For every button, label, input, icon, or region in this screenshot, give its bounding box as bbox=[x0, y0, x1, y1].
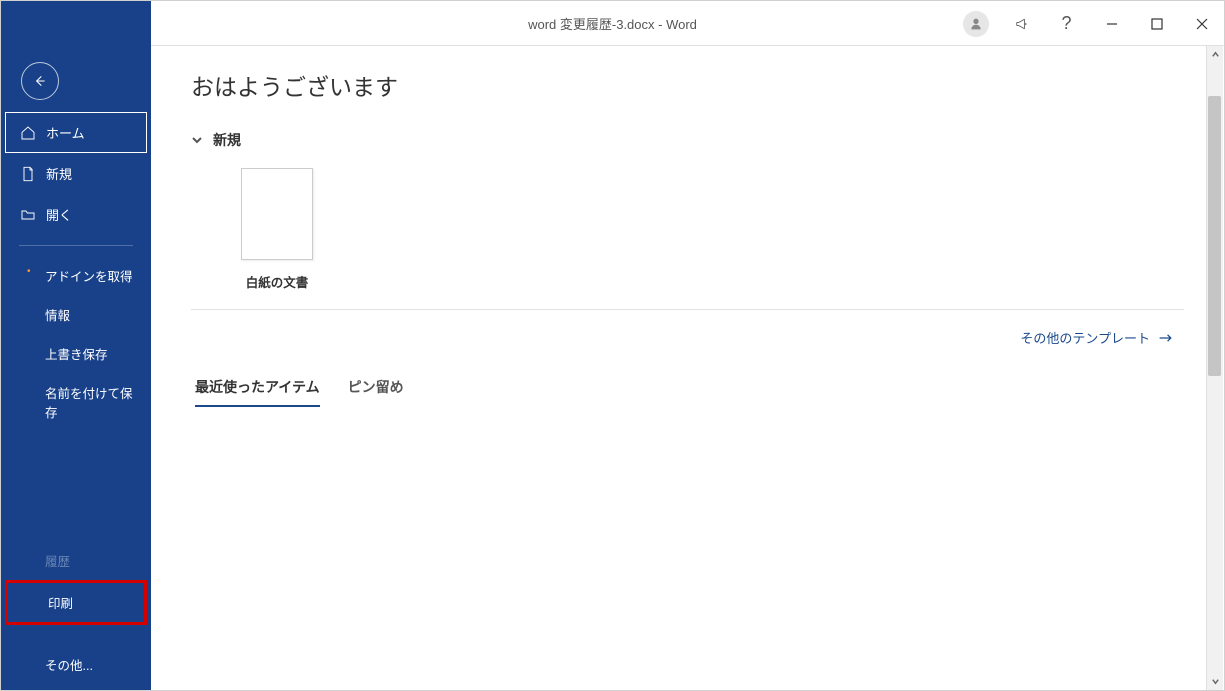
sidebar-item-get-addins[interactable]: アドインを取得 bbox=[5, 256, 147, 295]
greeting-heading: おはようございます bbox=[191, 68, 1184, 102]
sidebar-spacer bbox=[1, 431, 151, 541]
template-list: 白紙の文書 bbox=[241, 168, 1184, 291]
sidebar-item-label: ホーム bbox=[46, 123, 85, 142]
sidebar: ホーム 新規 開く アドインを取得 情報 上書き保存 名前を付けて保存 bbox=[1, 46, 151, 690]
sidebar-item-label: 開く bbox=[46, 205, 72, 224]
back-button[interactable] bbox=[21, 62, 59, 100]
section-new-header[interactable]: 新規 bbox=[191, 130, 1184, 150]
minimize-button[interactable] bbox=[1089, 1, 1134, 46]
sidebar-item-label: 履歴 bbox=[45, 555, 70, 569]
account-avatar[interactable] bbox=[963, 11, 989, 37]
sidebar-item-label: 新規 bbox=[46, 164, 72, 183]
sidebar-item-label: 情報 bbox=[45, 309, 70, 323]
titlebar-sidebar-fill bbox=[1, 1, 151, 46]
window-controls: ? bbox=[963, 1, 1224, 46]
sidebar-item-history: 履歴 bbox=[5, 541, 147, 580]
scroll-thumb[interactable] bbox=[1208, 96, 1221, 376]
sidebar-item-save-as[interactable]: 名前を付けて保存 bbox=[5, 373, 147, 431]
maximize-icon bbox=[1150, 17, 1164, 31]
divider bbox=[191, 309, 1184, 310]
tab-label: 最近使ったアイテム bbox=[195, 379, 320, 395]
arrow-right-icon bbox=[1158, 332, 1174, 344]
minimize-icon bbox=[1105, 17, 1119, 31]
help-button[interactable]: ? bbox=[1044, 1, 1089, 46]
template-blank[interactable]: 白紙の文書 bbox=[241, 168, 313, 291]
megaphone-icon bbox=[1015, 17, 1029, 31]
sidebar-item-info[interactable]: 情報 bbox=[5, 295, 147, 334]
tab-recent[interactable]: 最近使ったアイテム bbox=[195, 377, 320, 407]
sidebar-item-other[interactable]: その他... bbox=[5, 645, 147, 684]
sidebar-item-label: 印刷 bbox=[48, 597, 73, 611]
sidebar-item-home[interactable]: ホーム bbox=[5, 112, 147, 153]
document-icon bbox=[20, 166, 36, 182]
section-title: 新規 bbox=[213, 130, 241, 150]
sidebar-item-label: 名前を付けて保存 bbox=[45, 387, 133, 420]
scroll-up-button[interactable] bbox=[1207, 46, 1223, 63]
sidebar-item-print[interactable]: 印刷 bbox=[5, 580, 147, 625]
backstage-body: ホーム 新規 開く アドインを取得 情報 上書き保存 名前を付けて保存 bbox=[1, 46, 1224, 690]
recent-tabs: 最近使ったアイテム ピン留め bbox=[195, 377, 1184, 407]
document-title: word 変更履歴-3.docx - Word bbox=[528, 14, 697, 33]
template-label: 白紙の文書 bbox=[246, 272, 309, 291]
tab-label: ピン留め bbox=[348, 379, 404, 395]
vertical-scrollbar[interactable] bbox=[1206, 46, 1223, 690]
feedback-button[interactable] bbox=[999, 1, 1044, 46]
folder-open-icon bbox=[20, 207, 36, 223]
sidebar-spacer bbox=[1, 625, 151, 645]
sidebar-item-label: その他... bbox=[45, 659, 93, 673]
link-label: その他のテンプレート bbox=[1020, 328, 1150, 347]
main-scroll: おはようございます 新規 白紙の文書 その他のテンプレート bbox=[151, 46, 1224, 690]
sidebar-separator bbox=[19, 245, 133, 246]
close-button[interactable] bbox=[1179, 1, 1224, 46]
arrow-left-icon bbox=[32, 73, 48, 89]
template-thumbnail bbox=[241, 168, 313, 260]
close-icon bbox=[1195, 17, 1209, 31]
chevron-down-icon bbox=[191, 134, 203, 146]
word-backstage-window: word 変更履歴-3.docx - Word ? bbox=[0, 0, 1225, 691]
sidebar-item-label: アドインを取得 bbox=[45, 270, 133, 284]
maximize-button[interactable] bbox=[1134, 1, 1179, 46]
person-icon bbox=[968, 16, 984, 32]
home-icon bbox=[20, 125, 36, 141]
main-panel: おはようございます 新規 白紙の文書 その他のテンプレート bbox=[151, 46, 1224, 690]
caret-down-icon bbox=[1211, 677, 1220, 686]
sidebar-item-open[interactable]: 開く bbox=[5, 194, 147, 235]
tab-pinned[interactable]: ピン留め bbox=[348, 377, 404, 407]
scroll-down-button[interactable] bbox=[1207, 673, 1223, 690]
sidebar-item-new[interactable]: 新規 bbox=[5, 153, 147, 194]
caret-up-icon bbox=[1211, 50, 1220, 59]
more-templates-link[interactable]: その他のテンプレート bbox=[191, 328, 1184, 347]
sidebar-item-label: 上書き保存 bbox=[45, 348, 108, 362]
sidebar-item-save[interactable]: 上書き保存 bbox=[5, 334, 147, 373]
title-bar: word 変更履歴-3.docx - Word ? bbox=[1, 1, 1224, 46]
